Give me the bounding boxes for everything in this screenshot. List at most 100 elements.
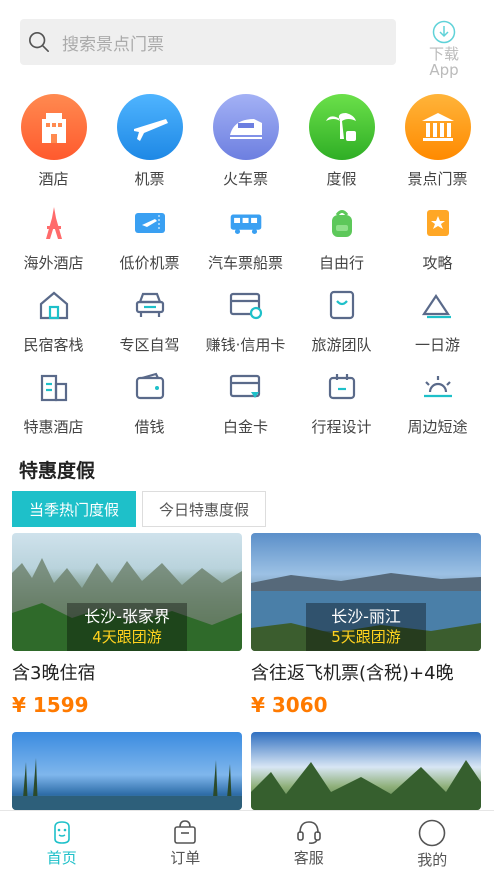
- deal-price: ¥ 1599: [12, 693, 89, 717]
- itinerary-icon: [325, 370, 359, 404]
- bag-icon: [325, 288, 359, 322]
- sub-category-row-2: 民宿客栈 专区自驾 赚钱·信用卡 旅游团队 一日游: [0, 288, 494, 355]
- palm-tree-icon: [308, 94, 375, 160]
- deal-card[interactable]: 长沙-张家界 4天跟团游 含3晚住宿 ¥ 1599: [12, 533, 242, 717]
- deal-price: ¥ 3060: [251, 693, 328, 717]
- download-icon: [432, 20, 456, 44]
- sub-category-row-1: 海外酒店 低价机票 汽车票船票 自由行 攻略: [0, 206, 494, 273]
- subcategory-itinerary[interactable]: 行程设计: [294, 370, 389, 437]
- category-label: 度假: [326, 170, 357, 188]
- subcategory-self-drive[interactable]: 专区自驾: [102, 288, 197, 355]
- subcategory-label: 特惠酒店: [23, 418, 84, 436]
- train-icon: [212, 94, 279, 160]
- nav-customer-service[interactable]: 客服: [247, 811, 371, 878]
- subcategory-label: 民宿客栈: [23, 336, 84, 354]
- order-bag-icon: [174, 820, 197, 844]
- mountain-icon: [421, 288, 455, 322]
- category-train[interactable]: 火车票: [198, 94, 293, 189]
- category-label: 景点门票: [407, 170, 468, 188]
- house-icon: [37, 288, 71, 322]
- headset-icon: [296, 821, 321, 844]
- subcategory-label: 自由行: [318, 254, 364, 272]
- category-label: 机票: [134, 170, 165, 188]
- search-icon: [29, 32, 49, 52]
- platinum-card-icon: [229, 370, 263, 404]
- section-title: 特惠度假: [19, 460, 96, 482]
- credit-card-icon: [229, 288, 263, 322]
- subcategory-label: 行程设计: [311, 418, 372, 436]
- nav-orders[interactable]: 订单: [124, 811, 248, 878]
- subcategory-label: 海外酒店: [23, 254, 84, 272]
- main-category-row: 酒店 机票 火车票 度假 景点门票: [0, 94, 494, 189]
- category-label: 酒店: [38, 170, 69, 188]
- beach-scenery: [12, 758, 242, 810]
- plane-ticket-icon: [133, 206, 167, 240]
- download-app-button[interactable]: 下载 App: [418, 20, 470, 78]
- subcategory-day-trip[interactable]: 一日游: [390, 288, 485, 355]
- category-flight[interactable]: 机票: [102, 94, 197, 189]
- nav-profile[interactable]: 我的: [371, 811, 494, 878]
- deal-duration: 4天跟团游: [92, 628, 162, 646]
- hotel-icon: [20, 94, 87, 160]
- vacation-tabs: 当季热门度假 今日特惠度假: [12, 491, 272, 527]
- sub-category-row-3: 特惠酒店 借钱 白金卡 行程设计 周边短途: [0, 370, 494, 437]
- deal-card[interactable]: 长沙-丽江 5天跟团游 含往返飞机票(含税)+4晚 ¥ 3060: [251, 533, 481, 717]
- tab-seasonal-hot[interactable]: 当季热门度假: [12, 491, 137, 527]
- subcategory-platinum-card[interactable]: 白金卡: [198, 370, 293, 437]
- category-attraction-tickets[interactable]: 景点门票: [390, 94, 485, 189]
- subcategory-label: 攻略: [422, 254, 453, 272]
- nav-label: 我的: [417, 851, 448, 869]
- category-hotel[interactable]: 酒店: [6, 94, 101, 189]
- bus-icon: [229, 206, 263, 240]
- subcategory-label: 一日游: [414, 336, 460, 354]
- subcategory-label: 借钱: [134, 418, 165, 436]
- subcategory-guide[interactable]: 攻略: [390, 206, 485, 273]
- subcategory-homestay[interactable]: 民宿客栈: [6, 288, 101, 355]
- building-icon: [37, 370, 71, 404]
- subcategory-bus-ferry[interactable]: 汽车票船票: [198, 206, 293, 273]
- subcategory-free-travel[interactable]: 自由行: [294, 206, 389, 273]
- deal-title: 含3晚住宿: [12, 663, 96, 684]
- deal-badge: 长沙-丽江 5天跟团游: [306, 603, 426, 651]
- deal-destination: 长沙-丽江: [331, 607, 401, 626]
- guide-book-icon: [421, 206, 455, 240]
- subcategory-borrow[interactable]: 借钱: [102, 370, 197, 437]
- subcategory-label: 汽车票船票: [207, 254, 283, 272]
- sunrise-icon: [421, 370, 455, 404]
- subcategory-nearby-trips[interactable]: 周边短途: [390, 370, 485, 437]
- subcategory-cheap-flights[interactable]: 低价机票: [102, 206, 197, 273]
- deal-card-partial[interactable]: [251, 732, 481, 810]
- profile-icon: [418, 819, 446, 847]
- deal-duration: 5天跟团游: [331, 628, 401, 646]
- nav-home[interactable]: 首页: [0, 811, 124, 878]
- deal-image: [251, 732, 481, 810]
- wallet-icon: [133, 370, 167, 404]
- download-app-label: App: [429, 61, 459, 79]
- backpack-icon: [325, 206, 359, 240]
- subcategory-label: 赚钱·信用卡: [205, 336, 286, 354]
- category-label: 火车票: [222, 170, 268, 188]
- deal-image: [12, 732, 242, 810]
- subcategory-label: 旅游团队: [311, 336, 372, 354]
- temple-icon: [404, 94, 471, 160]
- subcategory-overseas-hotel[interactable]: 海外酒店: [6, 206, 101, 273]
- nav-label: 首页: [46, 849, 77, 867]
- deal-image: 长沙-丽江 5天跟团游: [251, 533, 481, 651]
- subcategory-tour-group[interactable]: 旅游团队: [294, 288, 389, 355]
- eiffel-tower-icon: [37, 206, 71, 240]
- subcategory-label: 周边短途: [407, 418, 468, 436]
- subcategory-discount-hotel[interactable]: 特惠酒店: [6, 370, 101, 437]
- nav-label: 客服: [293, 849, 324, 867]
- subcategory-label: 白金卡: [222, 418, 268, 436]
- tab-today-deals[interactable]: 今日特惠度假: [142, 491, 267, 527]
- nav-label: 订单: [170, 849, 201, 867]
- subcategory-credit-card[interactable]: 赚钱·信用卡: [198, 288, 293, 355]
- deal-destination: 长沙-张家界: [84, 607, 170, 626]
- airplane-icon: [116, 94, 183, 160]
- deal-card-partial[interactable]: [12, 732, 242, 810]
- download-label: 下载: [428, 45, 459, 63]
- category-vacation[interactable]: 度假: [294, 94, 389, 189]
- search-bar[interactable]: 搜索景点门票: [20, 19, 396, 65]
- deal-badge: 长沙-张家界 4天跟团游: [67, 603, 187, 651]
- home-icon: [53, 821, 70, 844]
